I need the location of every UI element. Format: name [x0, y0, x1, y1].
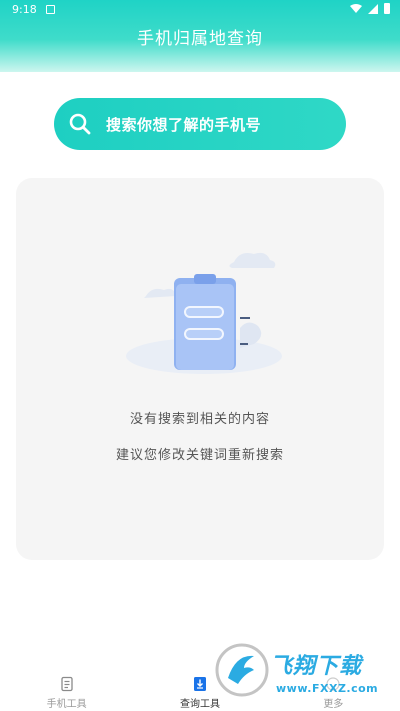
watermark: 飞翔下载 www.FXXZ.com	[212, 636, 390, 706]
query-doc-icon	[193, 677, 206, 691]
empty-hint: 建议您修改关键词重新搜索	[115, 448, 284, 463]
status-bar: 9:18	[0, 0, 400, 22]
watermark-url: www.FXXZ.com	[276, 682, 379, 695]
tab-label: 手机工具	[46, 699, 87, 710]
status-time: 9:18	[12, 3, 37, 16]
empty-message: 没有搜索到相关的内容	[129, 412, 270, 427]
document-icon	[61, 676, 73, 692]
status-icons	[350, 3, 390, 14]
wifi-icon	[350, 3, 362, 13]
search-icon	[69, 113, 91, 135]
signal-icon	[368, 3, 378, 14]
search-bar[interactable]: 搜索你想了解的手机号	[54, 98, 346, 150]
watermark-brand: 飞翔下载	[270, 654, 363, 679]
empty-state-card: 没有搜索到相关的内容 建议您修改关键词重新搜索	[16, 178, 384, 560]
battery-icon	[384, 3, 390, 14]
page-title: 手机归属地查询	[137, 29, 263, 49]
watermark-logo-icon	[215, 643, 269, 697]
notification-icon	[46, 5, 55, 14]
empty-clipboard-illustration	[126, 252, 282, 374]
header-background: 9:18 手机归属地查询	[0, 0, 400, 72]
search-placeholder: 搜索你想了解的手机号	[106, 115, 262, 134]
tab-phone-tools[interactable]: 手机工具	[0, 668, 133, 711]
